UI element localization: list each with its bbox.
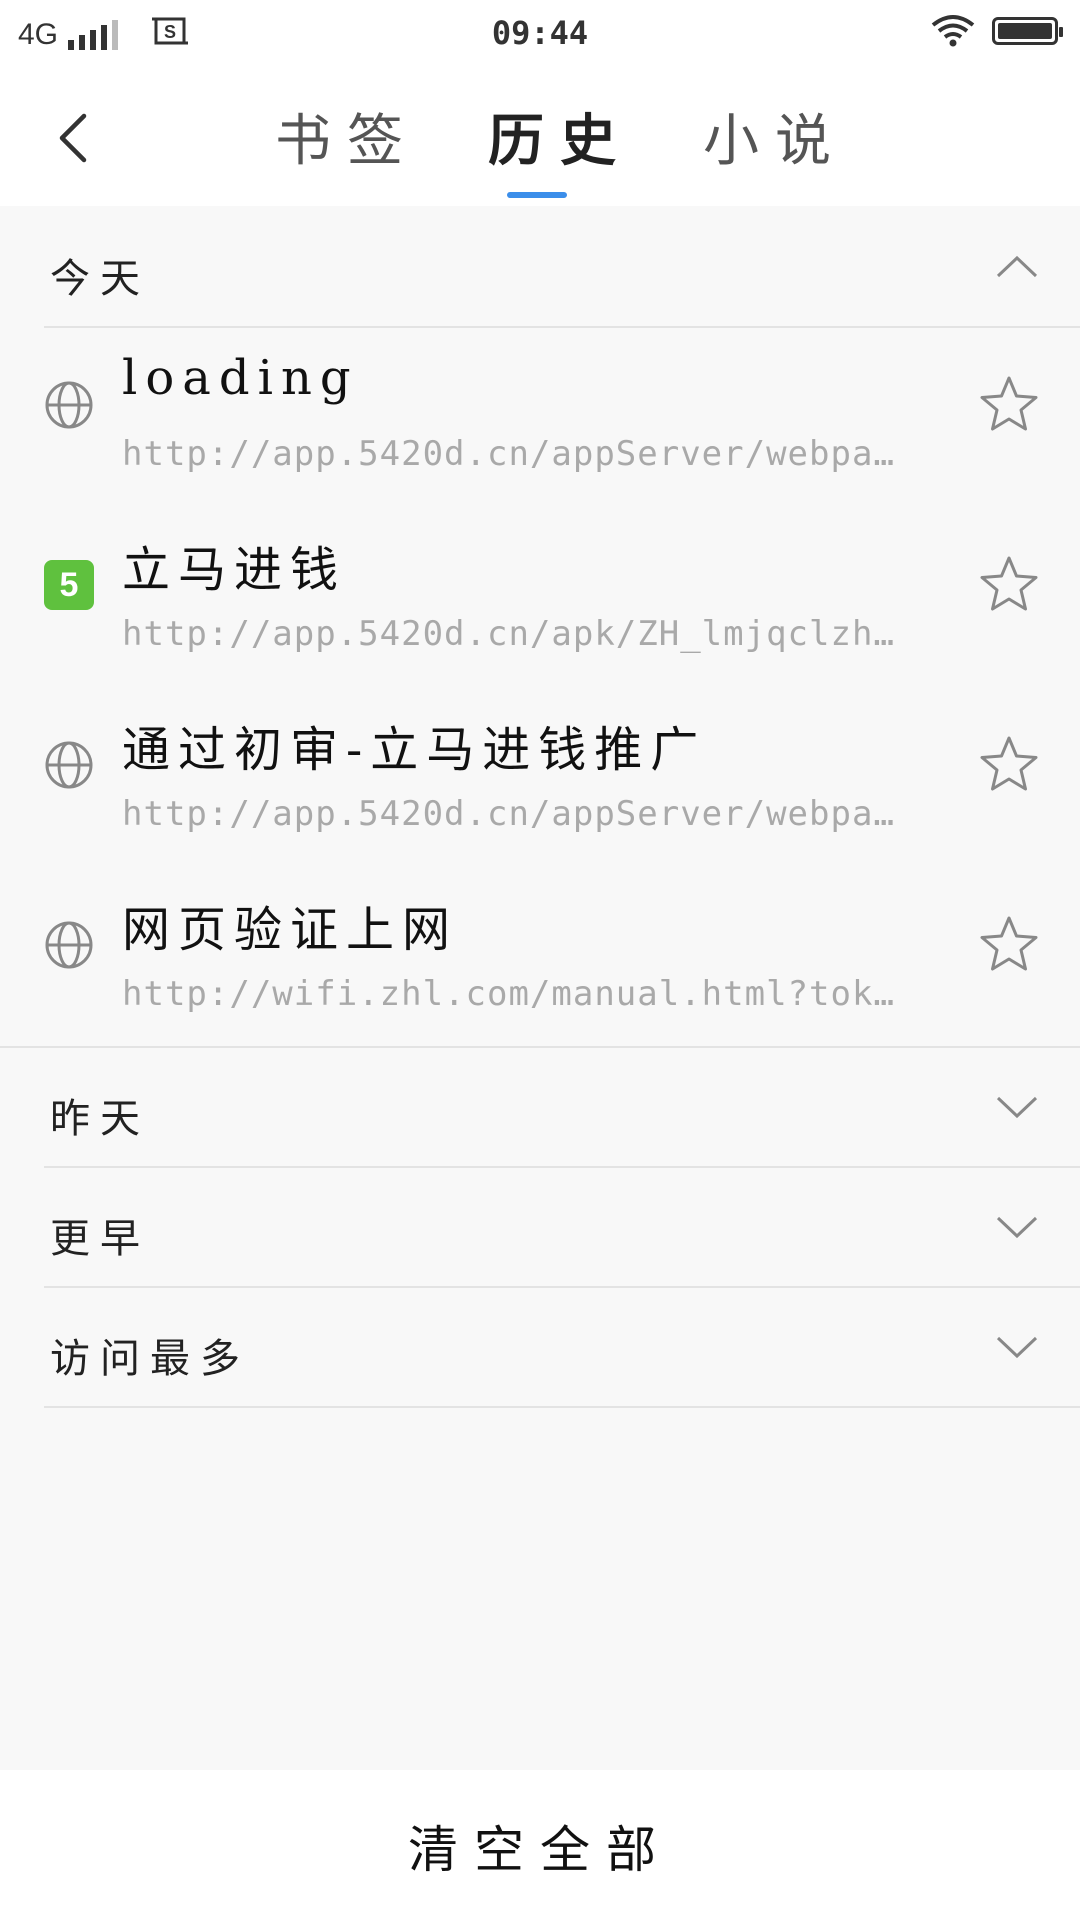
tab-bookmarks[interactable]: 书签 bbox=[262, 96, 432, 177]
status-right bbox=[930, 14, 1063, 48]
active-tab-indicator bbox=[507, 192, 567, 198]
clear-all-button[interactable]: 清空全部 bbox=[0, 1810, 1080, 1882]
star-icon[interactable] bbox=[978, 554, 1040, 616]
star-icon[interactable] bbox=[978, 374, 1040, 436]
star-icon[interactable] bbox=[978, 734, 1040, 796]
status-bar: 4G S 09:44 bbox=[0, 0, 1080, 70]
history-item[interactable]: loading http://app.5420d.cn/appServer/we… bbox=[0, 328, 1080, 508]
section-today-header[interactable]: 今天 bbox=[0, 210, 1080, 326]
section-yesterday-header[interactable]: 昨天 bbox=[0, 1050, 1080, 1166]
globe-icon bbox=[45, 741, 93, 789]
history-item-url: http://app.5420d.cn/appServer/webpage/h·… bbox=[122, 794, 912, 834]
status-time: 09:44 bbox=[491, 14, 589, 52]
history-item[interactable]: 通过初审-立马进钱推广 http://app.5420d.cn/appServe… bbox=[0, 688, 1080, 868]
app-5-icon: 5 bbox=[44, 560, 94, 610]
history-item-url: http://app.5420d.cn/apk/ZH_lmjqclzh_008·… bbox=[122, 614, 912, 654]
history-item-title: loading bbox=[122, 350, 359, 406]
history-item-url: http://wifi.zhl.com/manual.html?token=25… bbox=[122, 974, 912, 1014]
chevron-down-icon[interactable] bbox=[992, 1206, 1042, 1246]
top-header: 书签 历史 小说 bbox=[0, 70, 1080, 206]
history-item[interactable]: 5 立马进钱 http://app.5420d.cn/apk/ZH_lmjqcl… bbox=[0, 508, 1080, 688]
globe-icon bbox=[45, 921, 93, 969]
section-yesterday-title: 昨天 bbox=[50, 1096, 150, 1142]
globe-icon bbox=[45, 381, 93, 429]
history-item-url: http://app.5420d.cn/appServer/webpage/h·… bbox=[122, 434, 912, 474]
history-item[interactable]: 网页验证上网 http://wifi.zhl.com/manual.html?t… bbox=[0, 868, 1080, 1048]
history-item-title: 网页验证上网 bbox=[122, 902, 459, 958]
divider bbox=[44, 1286, 1080, 1288]
section-today-title: 今天 bbox=[50, 256, 150, 302]
history-item-title: 通过初审-立马进钱推广 bbox=[122, 722, 707, 778]
battery-icon bbox=[992, 17, 1063, 45]
section-most-visited-header[interactable]: 访问最多 bbox=[0, 1290, 1080, 1406]
divider bbox=[44, 1406, 1080, 1408]
section-earlier-header[interactable]: 更早 bbox=[0, 1170, 1080, 1286]
section-most-visited-title: 访问最多 bbox=[50, 1336, 250, 1382]
star-icon[interactable] bbox=[978, 914, 1040, 976]
chevron-down-icon[interactable] bbox=[992, 1086, 1042, 1126]
divider bbox=[44, 1166, 1080, 1168]
section-earlier-title: 更早 bbox=[50, 1216, 150, 1262]
history-item-title: 立马进钱 bbox=[122, 542, 347, 598]
bottom-bar: 清空全部 bbox=[0, 1770, 1080, 1920]
tab-novels[interactable]: 小说 bbox=[690, 96, 860, 177]
chevron-down-icon[interactable] bbox=[992, 1326, 1042, 1366]
wifi-icon bbox=[931, 15, 975, 47]
tab-bar: 书签 历史 小说 bbox=[0, 70, 1080, 206]
divider bbox=[0, 1046, 1080, 1048]
tab-history[interactable]: 历史 bbox=[475, 96, 645, 177]
chevron-up-icon[interactable] bbox=[992, 246, 1042, 286]
